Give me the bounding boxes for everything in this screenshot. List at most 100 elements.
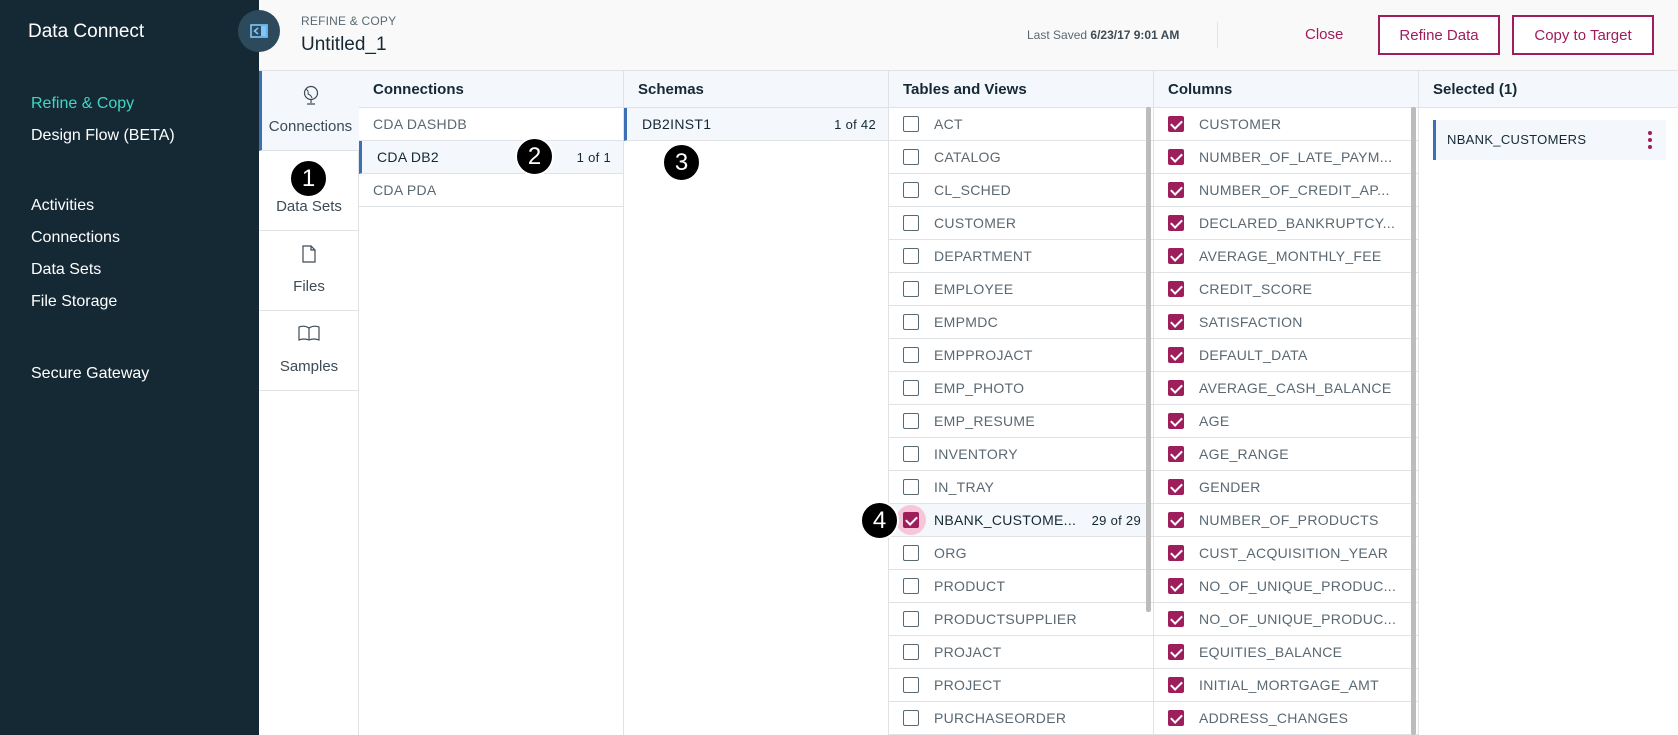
- nav-item-refine-copy[interactable]: Refine & Copy: [31, 95, 134, 113]
- connection-item-selected[interactable]: CDA DB2 1 of 1: [359, 141, 623, 174]
- column-row[interactable]: NO_OF_UNIQUE_PRODUC...: [1154, 570, 1418, 603]
- connection-item[interactable]: CDA DASHDB: [359, 108, 623, 141]
- column-row[interactable]: GENDER: [1154, 471, 1418, 504]
- column-row[interactable]: NUMBER_OF_LATE_PAYM...: [1154, 141, 1418, 174]
- table-row[interactable]: PRODUCT: [889, 570, 1153, 603]
- column-checkbox[interactable]: [1168, 248, 1184, 264]
- collapse-nav-button[interactable]: [238, 10, 280, 52]
- nav-item-secure-gateway[interactable]: Secure Gateway: [31, 365, 149, 383]
- column-row[interactable]: AVERAGE_CASH_BALANCE: [1154, 372, 1418, 405]
- column-row[interactable]: AGE_RANGE: [1154, 438, 1418, 471]
- column-row[interactable]: DECLARED_BANKRUPTCY...: [1154, 207, 1418, 240]
- table-checkbox[interactable]: [903, 281, 919, 297]
- table-row[interactable]: NBANK_CUSTOME... 29 of 29: [889, 504, 1153, 537]
- table-checkbox[interactable]: [903, 446, 919, 462]
- tables-scrollbar[interactable]: [1146, 107, 1151, 612]
- table-checkbox[interactable]: [903, 644, 919, 660]
- column-row[interactable]: NO_OF_UNIQUE_PRODUC...: [1154, 603, 1418, 636]
- table-checkbox[interactable]: [903, 545, 919, 561]
- close-button[interactable]: Close: [1305, 26, 1343, 43]
- table-row[interactable]: CUSTOMER: [889, 207, 1153, 240]
- page-title[interactable]: Untitled_1: [301, 34, 387, 56]
- column-row[interactable]: CUST_ACQUISITION_YEAR: [1154, 537, 1418, 570]
- table-row[interactable]: EMPMDC: [889, 306, 1153, 339]
- table-checkbox[interactable]: [903, 116, 919, 132]
- table-checkbox[interactable]: [903, 512, 919, 528]
- table-row[interactable]: EMP_PHOTO: [889, 372, 1153, 405]
- nav-item-file-storage[interactable]: File Storage: [31, 293, 117, 311]
- refine-data-button[interactable]: Refine Data: [1378, 15, 1500, 55]
- table-checkbox[interactable]: [903, 578, 919, 594]
- table-checkbox[interactable]: [903, 413, 919, 429]
- column-row[interactable]: NUMBER_OF_PRODUCTS: [1154, 504, 1418, 537]
- column-checkbox[interactable]: [1168, 446, 1184, 462]
- table-row[interactable]: PROJECT: [889, 669, 1153, 702]
- column-row[interactable]: CUSTOMER: [1154, 108, 1418, 141]
- column-checkbox[interactable]: [1168, 347, 1184, 363]
- column-checkbox[interactable]: [1168, 512, 1184, 528]
- column-row[interactable]: AGE: [1154, 405, 1418, 438]
- selected-item[interactable]: NBANK_CUSTOMERS: [1433, 120, 1666, 160]
- table-checkbox[interactable]: [903, 479, 919, 495]
- table-row[interactable]: INVENTORY: [889, 438, 1153, 471]
- column-checkbox[interactable]: [1168, 545, 1184, 561]
- column-row[interactable]: CREDIT_SCORE: [1154, 273, 1418, 306]
- table-checkbox[interactable]: [903, 611, 919, 627]
- column-checkbox[interactable]: [1168, 281, 1184, 297]
- column-checkbox[interactable]: [1168, 644, 1184, 660]
- table-row[interactable]: PROJACT: [889, 636, 1153, 669]
- table-checkbox[interactable]: [903, 248, 919, 264]
- table-row[interactable]: PURCHASEORDER: [889, 702, 1153, 735]
- copy-to-target-button[interactable]: Copy to Target: [1512, 15, 1654, 55]
- column-row[interactable]: ADDRESS_CHANGES: [1154, 702, 1418, 735]
- columns-scrollbar[interactable]: [1411, 107, 1416, 735]
- column-checkbox[interactable]: [1168, 413, 1184, 429]
- table-row[interactable]: CL_SCHED: [889, 174, 1153, 207]
- table-checkbox[interactable]: [903, 677, 919, 693]
- nav-item-connections[interactable]: Connections: [31, 229, 120, 247]
- column-row[interactable]: INITIAL_MORTGAGE_AMT: [1154, 669, 1418, 702]
- column-checkbox[interactable]: [1168, 215, 1184, 231]
- table-checkbox[interactable]: [903, 347, 919, 363]
- table-checkbox[interactable]: [903, 182, 919, 198]
- column-checkbox[interactable]: [1168, 149, 1184, 165]
- column-row[interactable]: SATISFACTION: [1154, 306, 1418, 339]
- table-row[interactable]: ACT: [889, 108, 1153, 141]
- nav-item-activities[interactable]: Activities: [31, 197, 94, 215]
- column-checkbox[interactable]: [1168, 380, 1184, 396]
- table-row[interactable]: ORG: [889, 537, 1153, 570]
- nav-item-design-flow[interactable]: Design Flow (BETA): [31, 127, 175, 145]
- column-checkbox[interactable]: [1168, 479, 1184, 495]
- table-row[interactable]: DEPARTMENT: [889, 240, 1153, 273]
- column-checkbox[interactable]: [1168, 314, 1184, 330]
- table-row[interactable]: CATALOG: [889, 141, 1153, 174]
- table-checkbox[interactable]: [903, 380, 919, 396]
- table-checkbox[interactable]: [903, 710, 919, 726]
- column-row[interactable]: DEFAULT_DATA: [1154, 339, 1418, 372]
- column-checkbox[interactable]: [1168, 116, 1184, 132]
- column-checkbox[interactable]: [1168, 578, 1184, 594]
- column-row[interactable]: AVERAGE_MONTHLY_FEE: [1154, 240, 1418, 273]
- column-checkbox[interactable]: [1168, 677, 1184, 693]
- table-checkbox[interactable]: [903, 215, 919, 231]
- tab-files[interactable]: Files: [259, 231, 359, 311]
- tab-connections[interactable]: Connections: [259, 71, 359, 151]
- overflow-menu-icon[interactable]: [1648, 131, 1652, 149]
- table-row[interactable]: PRODUCTSUPPLIER: [889, 603, 1153, 636]
- column-checkbox[interactable]: [1168, 710, 1184, 726]
- column-checkbox[interactable]: [1168, 182, 1184, 198]
- table-checkbox[interactable]: [903, 314, 919, 330]
- column-row[interactable]: NUMBER_OF_CREDIT_AP...: [1154, 174, 1418, 207]
- connection-item[interactable]: CDA PDA: [359, 174, 623, 207]
- tab-samples[interactable]: Samples: [259, 311, 359, 391]
- table-row[interactable]: EMPLOYEE: [889, 273, 1153, 306]
- table-row[interactable]: EMP_RESUME: [889, 405, 1153, 438]
- table-checkbox[interactable]: [903, 149, 919, 165]
- nav-item-data-sets[interactable]: Data Sets: [31, 261, 101, 279]
- column-label: CUST_ACQUISITION_YEAR: [1199, 545, 1389, 561]
- schema-item-selected[interactable]: DB2INST1 1 of 42: [624, 108, 888, 141]
- table-row[interactable]: EMPPROJACT: [889, 339, 1153, 372]
- table-row[interactable]: IN_TRAY: [889, 471, 1153, 504]
- column-row[interactable]: EQUITIES_BALANCE: [1154, 636, 1418, 669]
- column-checkbox[interactable]: [1168, 611, 1184, 627]
